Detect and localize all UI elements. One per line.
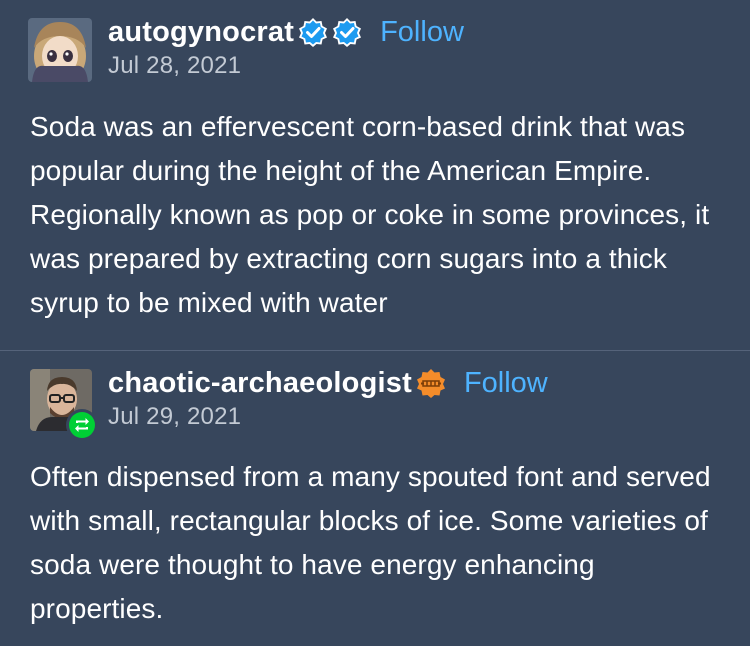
- verified-check-icon: [298, 17, 328, 47]
- post-header: autogynocrat Follow Jul 28, 2021: [108, 12, 464, 82]
- avatar[interactable]: [28, 18, 92, 82]
- post-date: Jul 28, 2021: [108, 52, 242, 79]
- follow-button[interactable]: Follow: [464, 367, 548, 400]
- name-row: chaotic-archaeologist Follow: [108, 363, 548, 403]
- verified-check-icon: [332, 17, 362, 47]
- follow-button[interactable]: Follow: [380, 16, 464, 49]
- username[interactable]: autogynocrat: [108, 16, 294, 49]
- username[interactable]: chaotic-archaeologist: [108, 367, 412, 400]
- post: autogynocrat Follow Jul 28, 2021 Soda wa…: [0, 0, 750, 350]
- post-header: chaotic-archaeologist Follow Jul 29, 202…: [108, 363, 548, 433]
- post-date: Jul 29, 2021: [108, 403, 242, 430]
- post-body-text: Often dispensed from a many spouted font…: [30, 461, 711, 624]
- reblog-icon: [69, 412, 95, 438]
- orange-badge-icon: [416, 368, 446, 398]
- post-body-text: Soda was an effervescent corn-based drin…: [30, 111, 710, 318]
- name-row: autogynocrat Follow: [108, 12, 464, 52]
- reblog-badge: [66, 409, 98, 441]
- post: chaotic-archaeologist Follow Jul 29, 202…: [0, 350, 750, 646]
